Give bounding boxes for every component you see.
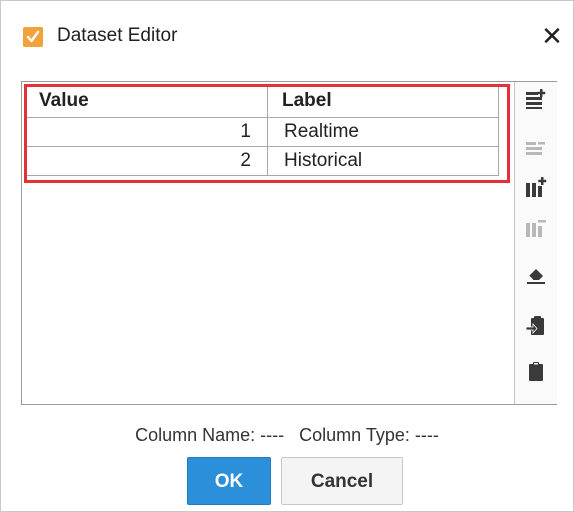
column-header-value[interactable]: Value: [24, 84, 268, 118]
column-type-value: ----: [414, 425, 439, 445]
cell-label[interactable]: Historical: [267, 146, 499, 176]
cell-value[interactable]: 1: [24, 117, 268, 147]
clipboard-icon[interactable]: [525, 360, 547, 382]
checkmark-doc-icon: [23, 27, 43, 47]
clear-eraser-icon[interactable]: [525, 264, 547, 286]
title-bar: Dataset Editor ✕: [1, 1, 573, 71]
table-row[interactable]: 2 Historical: [24, 146, 499, 176]
dataset-editor-dialog: Dataset Editor ✕ Value Label 1 Realtime: [0, 0, 574, 512]
column-info: Column Name: ---- Column Type: ----: [1, 425, 573, 446]
paste-import-icon[interactable]: [525, 314, 547, 336]
column-name-label: Column Name:: [135, 425, 256, 445]
cell-label[interactable]: Realtime: [267, 117, 499, 147]
dataset-panel: Value Label 1 Realtime 2 Historical: [21, 81, 557, 405]
dataset-table: Value Label 1 Realtime 2 Historical: [24, 84, 499, 176]
table-header-row: Value Label: [24, 84, 499, 118]
column-header-label[interactable]: Label: [267, 84, 499, 118]
table-toolbar: [514, 82, 557, 404]
remove-column-icon[interactable]: [525, 216, 547, 238]
close-button[interactable]: ✕: [537, 19, 567, 53]
table-area: Value Label 1 Realtime 2 Historical: [22, 82, 514, 404]
add-row-icon[interactable]: [525, 88, 547, 110]
window-title: Dataset Editor: [57, 25, 178, 46]
cell-value[interactable]: 2: [24, 146, 268, 176]
add-column-icon[interactable]: [525, 176, 547, 198]
ok-button[interactable]: OK: [187, 457, 271, 505]
cancel-button[interactable]: Cancel: [281, 457, 403, 505]
column-name-value: ----: [260, 425, 285, 445]
column-type-label: Column Type:: [299, 425, 410, 445]
remove-row-icon[interactable]: [525, 138, 547, 160]
table-row[interactable]: 1 Realtime: [24, 117, 499, 147]
